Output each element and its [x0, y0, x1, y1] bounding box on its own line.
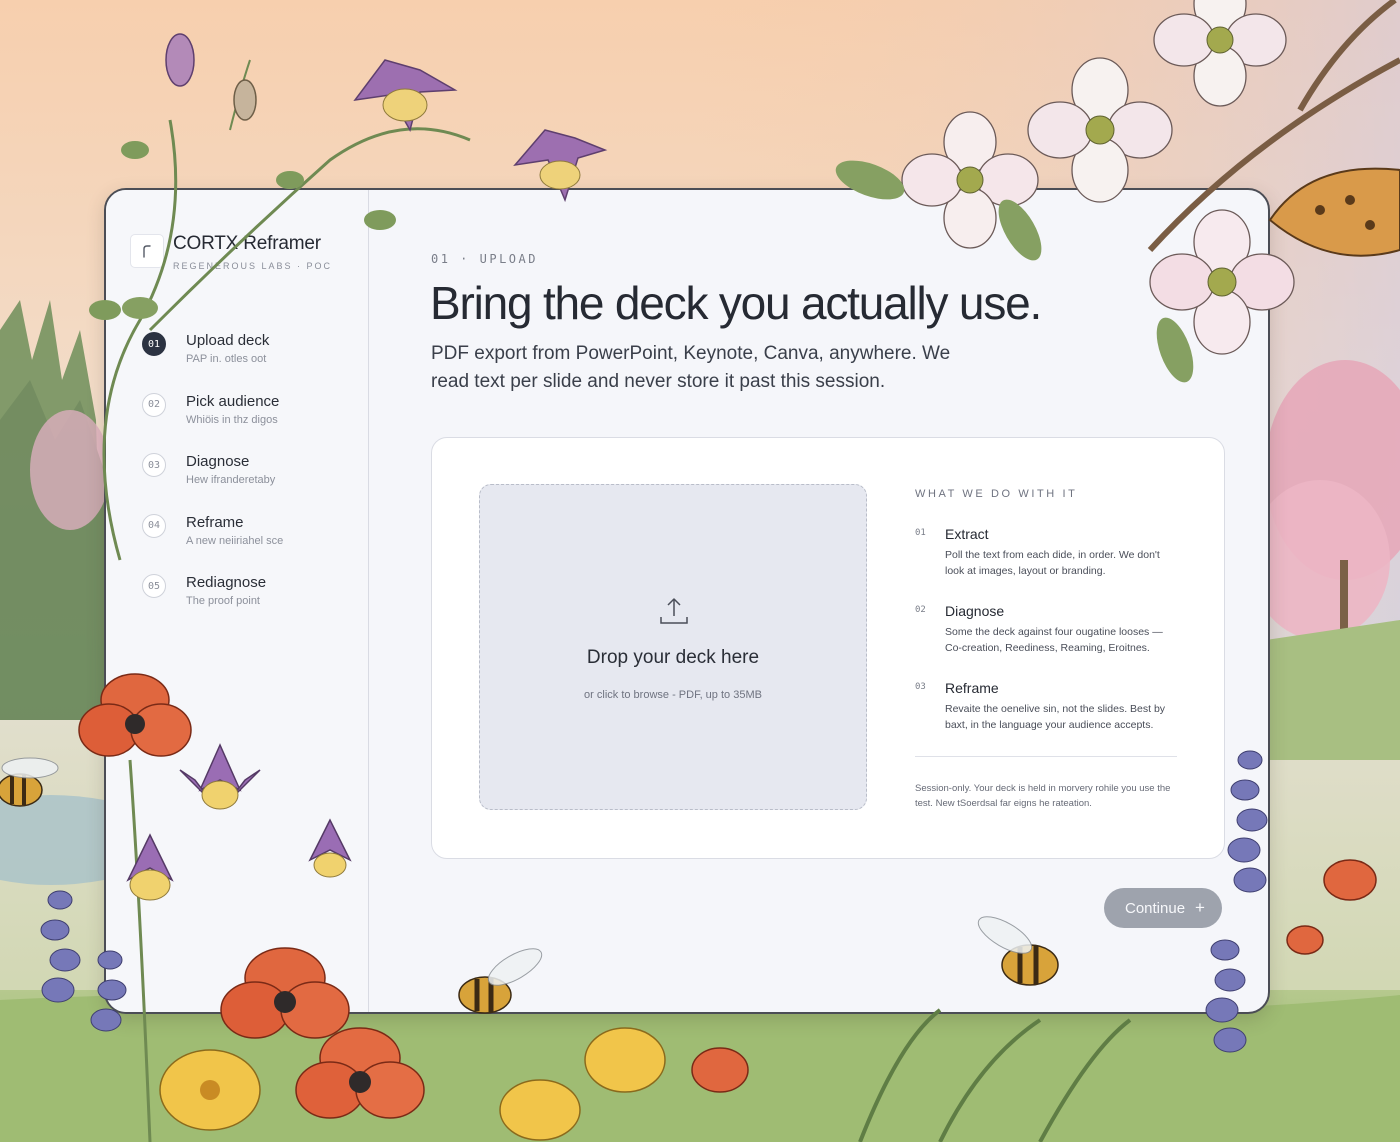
step-number: 02	[142, 392, 166, 417]
continue-button[interactable]: Continue +	[1104, 888, 1222, 928]
sidebar: CORTX Reframer REGENEROUS LABS · POC 01 …	[106, 190, 369, 1012]
info-description: Poll the text from each dide, in order. …	[945, 549, 1160, 577]
step-diagnose[interactable]: 03 Diagnose Hew ifranderetaby	[142, 451, 352, 512]
step-subtitle: PAP in. otles oot	[186, 353, 267, 365]
info-item-diagnose: 02 Diagnose Some the deck against four o…	[915, 603, 1177, 680]
continue-label: Continue	[1125, 899, 1186, 917]
page-title: Bring the deck you actually use.	[430, 277, 1042, 329]
process-info: WHAT WE DO WITH IT 01 Extract Poll the t…	[915, 488, 1177, 757]
brand-subtitle: REGENEROUS LABS · POC	[173, 261, 333, 271]
dropzone-title: Drop your deck here	[586, 647, 760, 668]
info-title: Diagnose	[945, 603, 1005, 619]
step-reframe[interactable]: 04 Reframe A new neiiriahel sce	[142, 512, 352, 573]
app-window: CORTX Reframer REGENEROUS LABS · POC 01 …	[104, 188, 1270, 1014]
upload-card: Drop your deck here or click to browse -…	[431, 437, 1225, 859]
info-number: 02	[915, 605, 926, 615]
page-description: PDF export from PowerPoint, Keynote, Can…	[431, 343, 951, 392]
step-title: Pick audience	[186, 392, 280, 410]
info-number: 01	[915, 528, 926, 538]
info-title: Reframe	[945, 680, 999, 696]
step-subtitle: Hew ifranderetaby	[186, 474, 276, 486]
divider	[915, 756, 1177, 757]
session-note: Session-only. Your deck is held in morve…	[915, 783, 1171, 809]
brand-name: CORTX Reframer	[173, 233, 321, 254]
step-title: Rediagnose	[186, 574, 267, 591]
step-number: 03	[142, 453, 166, 477]
plus-icon: +	[1195, 898, 1205, 917]
step-upload-deck[interactable]: 01 Upload deck PAP in. otles oot	[142, 330, 352, 391]
step-eyebrow: 01 · UPLOAD	[431, 252, 538, 266]
step-number: 01	[142, 332, 166, 356]
step-rediagnose[interactable]: 05 Rediagnose The proof point	[142, 572, 352, 633]
info-description: Revaite the oenelive sin, not the slides…	[945, 703, 1166, 731]
info-description: Some the deck against four ougatine loos…	[945, 626, 1163, 654]
upload-icon	[660, 598, 688, 624]
step-title: Upload deck	[186, 332, 270, 349]
step-subtitle: A new neiiriahel sce	[186, 534, 284, 547]
scene: CORTX Reframer REGENEROUS LABS · POC 01 …	[0, 0, 1400, 1142]
hook-logo-icon	[130, 234, 164, 268]
step-number: 04	[142, 513, 166, 538]
step-title: Diagnose	[186, 453, 250, 470]
info-item-extract: 01 Extract Poll the text from each dide,…	[915, 526, 1177, 603]
step-list: 01 Upload deck PAP in. otles oot 02 Pick…	[142, 330, 352, 633]
file-dropzone[interactable]: Drop your deck here or click to browse -…	[479, 484, 867, 810]
info-heading: WHAT WE DO WITH IT	[915, 488, 1078, 500]
step-title: Reframe	[186, 513, 244, 531]
info-number: 03	[915, 682, 926, 692]
step-number: 05	[142, 574, 166, 598]
step-pick-audience[interactable]: 02 Pick audience Whiöis in thz digos	[142, 391, 352, 452]
step-subtitle: Whiöis in thz digos	[186, 413, 278, 426]
dropzone-hint: or click to browse - PDF, up to 35MB	[584, 689, 762, 701]
info-title: Extract	[945, 526, 989, 542]
info-item-reframe: 03 Reframe Revaite the oenelive sin, not…	[915, 680, 1177, 757]
step-subtitle: The proof point	[186, 595, 260, 607]
